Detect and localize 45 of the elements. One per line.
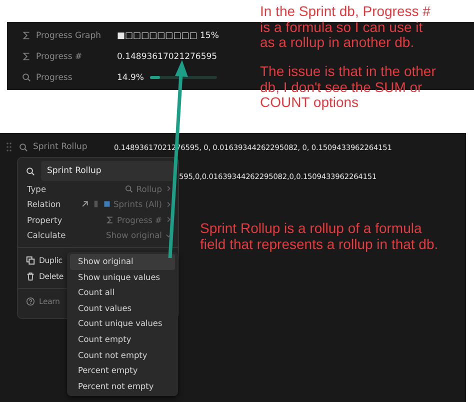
square-icon (102, 200, 111, 208)
search-icon (26, 166, 35, 176)
property-value: 0.14893617021276595 (117, 52, 218, 62)
menu-option[interactable]: Count empty (70, 332, 175, 348)
drag-handle-icon[interactable] (6, 142, 12, 152)
setting-value: Sprints (All) (114, 199, 162, 210)
menu-option[interactable]: Count values (70, 300, 175, 316)
sigma-icon (22, 31, 31, 40)
name-field[interactable]: Sprint Rollup (41, 161, 174, 181)
arrow-up-right-icon (80, 200, 89, 208)
chevron-right-icon (165, 200, 172, 208)
setting-value: Show original (106, 230, 162, 240)
sigma-icon (106, 216, 114, 224)
search-icon (19, 142, 28, 152)
chevron-right-icon (165, 185, 172, 192)
search-icon (22, 73, 31, 82)
search-icon (125, 184, 134, 193)
page-icon (92, 200, 100, 208)
chevron-right-icon (165, 216, 172, 224)
menu-option[interactable]: Percent not empty (70, 378, 175, 394)
trash-icon (26, 272, 35, 280)
menu-option[interactable]: Count unique values (70, 316, 175, 332)
setting-value: Progress # (117, 214, 162, 225)
property-name: Progress Graph (36, 30, 102, 40)
property-name[interactable]: Sprint Rollup (33, 142, 114, 152)
property-name: Progress # (36, 52, 84, 62)
menu-option[interactable]: Count all (70, 285, 175, 301)
help-icon (26, 296, 35, 306)
copy-icon (26, 256, 35, 264)
property-value: ■□□□□□□□□□ 15% (117, 30, 219, 40)
chevron-down-icon (165, 232, 172, 239)
property-value: 14.9% (117, 72, 144, 82)
menu-option[interactable]: Percent empty (70, 363, 175, 379)
menu-option[interactable]: Show unique values (70, 270, 175, 286)
menu-option[interactable]: Count not empty (70, 348, 175, 364)
setting-value: Rollup (136, 184, 162, 194)
setting-row[interactable]: Property Progress # (18, 212, 178, 228)
menu-option[interactable]: Show original (70, 254, 175, 270)
annotation-text: Sprint Rollup is a rollup of a formula field that represents a rollup in that db. (200, 221, 440, 252)
setting-row[interactable]: Relation Sprints (All) (18, 196, 178, 212)
property-name: Progress (36, 72, 74, 82)
sigma-icon (22, 52, 31, 61)
setting-row[interactable]: Calculate Show original (18, 228, 178, 243)
annotation-text: In the Sprint db, Progress # is a formula so I can use it as a rollup in another db. (260, 4, 432, 50)
setting-row[interactable]: Type Rollup (18, 181, 178, 196)
